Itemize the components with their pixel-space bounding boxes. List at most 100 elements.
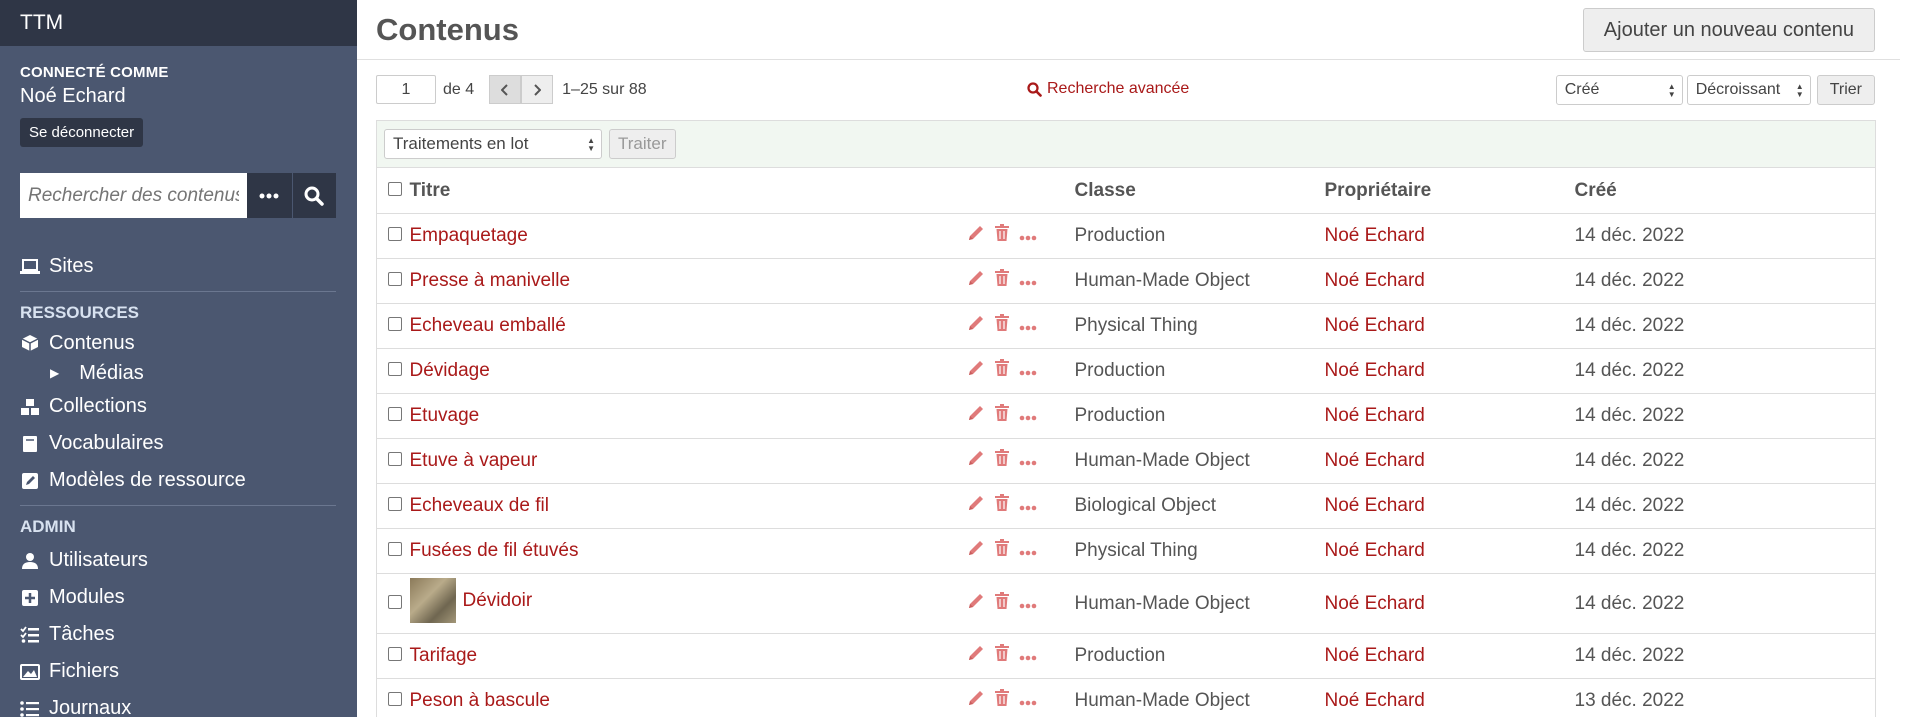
sort-order-select[interactable]: Décroissant ▲ ▼ — [1686, 75, 1811, 105]
batch-action-select[interactable]: Traitements en lot ▲ ▼ — [384, 129, 602, 159]
item-title-link[interactable]: Tarifage — [410, 645, 478, 667]
owner-link[interactable]: Noé Echard — [1324, 633, 1575, 679]
search-options-button[interactable] — [247, 173, 292, 218]
item-title-link[interactable]: Presse à manivelle — [410, 270, 571, 292]
owner-link[interactable]: Noé Echard — [1324, 678, 1575, 717]
column-header-owner[interactable]: Propriétaire — [1324, 167, 1575, 214]
edit-button[interactable] — [967, 269, 985, 293]
delete-button[interactable] — [994, 359, 1010, 383]
edit-button[interactable] — [967, 689, 985, 713]
sidebar-item-modules[interactable]: Modules — [20, 579, 336, 616]
item-title-link[interactable]: Dévidage — [410, 360, 490, 382]
delete-button[interactable] — [994, 404, 1010, 428]
add-item-button[interactable]: Ajouter un nouveau contenu — [1582, 8, 1875, 52]
select-all-checkbox[interactable] — [388, 181, 402, 196]
sidebar-item-resource-templates[interactable]: Modèles de ressource — [20, 462, 336, 499]
batch-process-button[interactable]: Traiter — [609, 129, 676, 159]
row-checkbox[interactable] — [388, 317, 402, 331]
search-submit-button[interactable] — [291, 173, 336, 218]
more-actions-button[interactable] — [1019, 450, 1037, 472]
edit-button[interactable] — [967, 644, 985, 668]
owner-link[interactable]: Noé Echard — [1324, 438, 1575, 484]
owner-link[interactable]: Noé Echard — [1324, 213, 1575, 259]
more-actions-button[interactable] — [1019, 690, 1037, 712]
delete-button[interactable] — [994, 224, 1010, 248]
row-checkbox[interactable] — [388, 227, 402, 241]
column-header-created[interactable]: Créé — [1574, 167, 1876, 214]
owner-link[interactable]: Noé Echard — [1324, 528, 1575, 574]
advanced-search-link[interactable]: Recherche avancée — [1027, 80, 1189, 98]
sidebar-item-sites[interactable]: Sites — [20, 248, 336, 285]
delete-button[interactable] — [994, 449, 1010, 473]
sort-button[interactable]: Trier — [1816, 75, 1875, 105]
column-header-class[interactable]: Classe — [1074, 167, 1325, 214]
prev-page-button[interactable] — [489, 75, 522, 104]
row-checkbox[interactable] — [388, 452, 402, 466]
edit-button[interactable] — [967, 449, 985, 473]
more-actions-button[interactable] — [1019, 645, 1037, 667]
row-checkbox[interactable] — [388, 692, 402, 706]
owner-link[interactable]: Noé Echard — [1324, 258, 1575, 304]
pagination: 1 de 4 1–25 sur 88 — [376, 75, 647, 104]
logout-button[interactable]: Se déconnecter — [20, 118, 144, 147]
site-title[interactable]: TTM — [20, 11, 63, 35]
item-title-link[interactable]: Etuve à vapeur — [410, 450, 538, 472]
sidebar-item-collections[interactable]: Collections — [20, 388, 336, 425]
more-actions-button[interactable] — [1019, 270, 1037, 292]
item-thumbnail[interactable] — [409, 578, 456, 623]
sidebar-item-logs[interactable]: Journaux — [20, 690, 336, 717]
more-actions-button[interactable] — [1019, 540, 1037, 562]
edit-button[interactable] — [967, 359, 985, 383]
more-actions-button[interactable] — [1019, 225, 1037, 247]
edit-button[interactable] — [967, 494, 985, 518]
edit-button[interactable] — [967, 539, 985, 563]
delete-button[interactable] — [994, 314, 1010, 338]
row-checkbox[interactable] — [388, 594, 402, 609]
row-checkbox[interactable] — [388, 497, 402, 511]
item-title-link[interactable]: Peson à bascule — [410, 690, 551, 712]
sidebar-item-users[interactable]: Utilisateurs — [20, 542, 336, 579]
edit-button[interactable] — [967, 592, 985, 616]
owner-link[interactable]: Noé Echard — [1324, 303, 1575, 349]
delete-button[interactable] — [994, 689, 1010, 713]
item-title-link[interactable]: Echeveaux de fil — [410, 495, 549, 517]
owner-link[interactable]: Noé Echard — [1324, 348, 1575, 394]
sidebar-item-vocabularies[interactable]: Vocabulaires — [20, 425, 336, 462]
item-title-link[interactable]: Etuvage — [410, 405, 480, 427]
sidebar-item-jobs[interactable]: Tâches — [20, 616, 336, 653]
more-actions-button[interactable] — [1019, 593, 1037, 615]
more-actions-button[interactable] — [1019, 495, 1037, 517]
more-actions-button[interactable] — [1019, 360, 1037, 382]
column-header-title[interactable]: Titre — [409, 167, 967, 214]
item-title-link[interactable]: Dévidoir — [409, 578, 532, 623]
owner-link[interactable]: Noé Echard — [1324, 393, 1575, 439]
delete-button[interactable] — [994, 539, 1010, 563]
delete-button[interactable] — [994, 494, 1010, 518]
more-actions-button[interactable] — [1019, 315, 1037, 337]
delete-button[interactable] — [994, 644, 1010, 668]
page-input[interactable]: 1 — [376, 75, 436, 104]
site-title-bar[interactable]: TTM — [0, 0, 357, 46]
row-checkbox[interactable] — [388, 407, 402, 421]
owner-link[interactable]: Noé Echard — [1324, 573, 1575, 634]
edit-button[interactable] — [967, 224, 985, 248]
edit-button[interactable] — [967, 314, 985, 338]
row-checkbox[interactable] — [388, 272, 402, 286]
sidebar-item-media[interactable]: ▶ Médias — [20, 358, 336, 388]
delete-button[interactable] — [994, 269, 1010, 293]
search-input[interactable] — [20, 173, 247, 218]
edit-button[interactable] — [967, 404, 985, 428]
item-title-link[interactable]: Fusées de fil étuvés — [410, 540, 579, 562]
next-page-button[interactable] — [521, 75, 554, 104]
sort-by-select[interactable]: Créé ▲ ▼ — [1555, 75, 1683, 105]
sidebar-item-items[interactable]: Contenus — [20, 328, 336, 358]
more-actions-button[interactable] — [1019, 405, 1037, 427]
row-checkbox[interactable] — [388, 647, 402, 661]
item-title-link[interactable]: Empaquetage — [410, 225, 528, 247]
sidebar-item-assets[interactable]: Fichiers — [20, 653, 336, 690]
row-checkbox[interactable] — [388, 362, 402, 376]
delete-button[interactable] — [994, 591, 1010, 616]
row-checkbox[interactable] — [388, 542, 402, 556]
owner-link[interactable]: Noé Echard — [1324, 483, 1575, 529]
item-title-link[interactable]: Echeveau emballé — [410, 315, 566, 337]
